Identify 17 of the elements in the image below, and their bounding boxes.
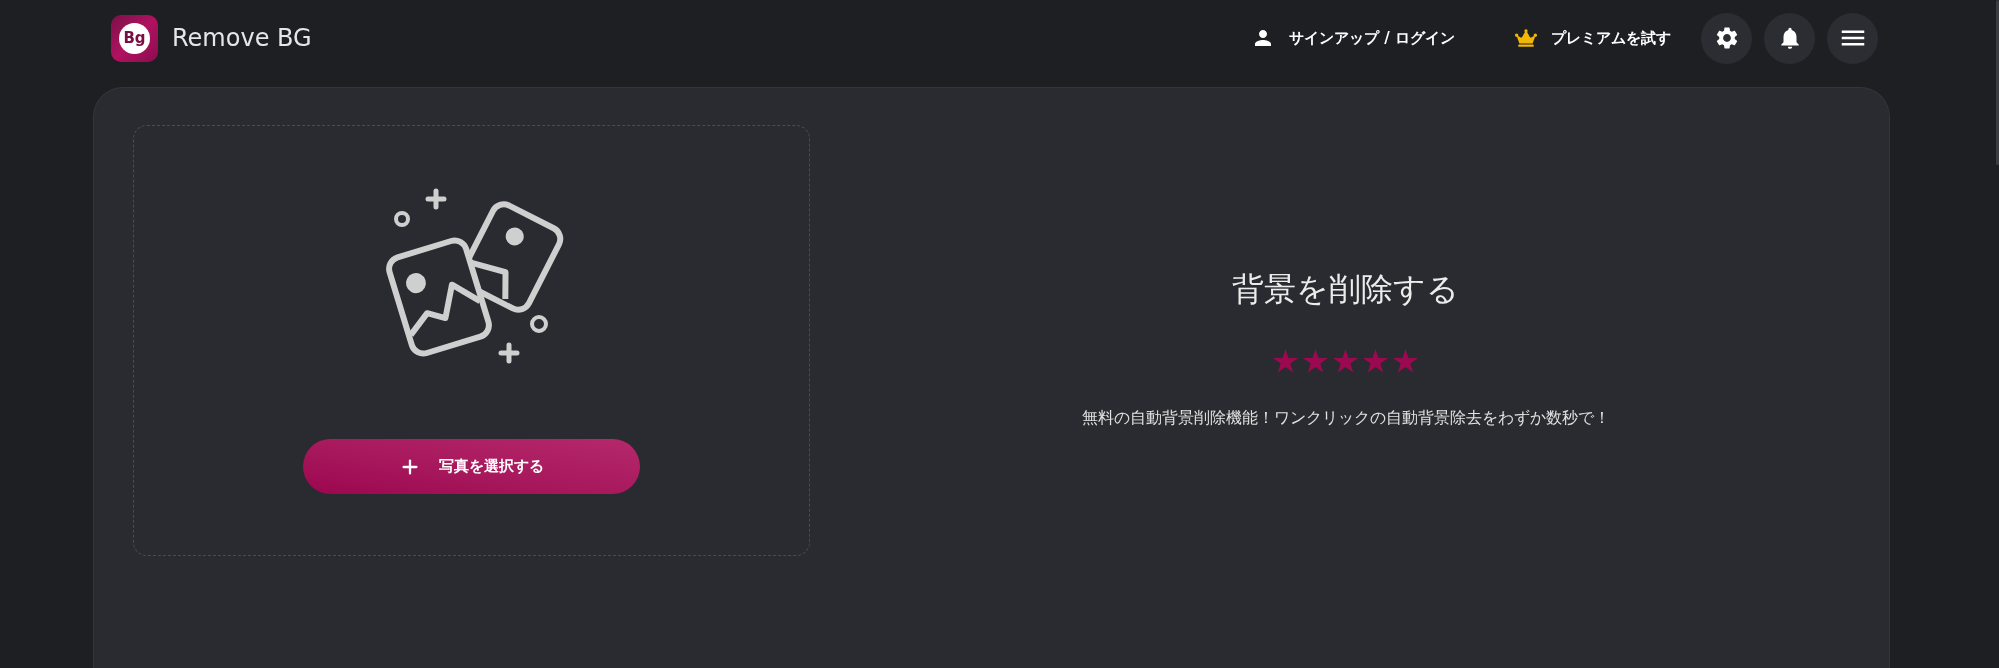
star-icon (1393, 349, 1418, 373)
hero-title: 背景を削除する (1232, 271, 1459, 307)
star-icon (1303, 349, 1328, 373)
menu-button[interactable] (1827, 12, 1878, 64)
crown-icon (1515, 29, 1537, 47)
drop-zone[interactable]: 写真を選択する (133, 125, 810, 556)
star-icon (1333, 349, 1358, 373)
account-link[interactable]: サインアップ / ログイン (1251, 26, 1455, 50)
select-photo-button[interactable]: 写真を選択する (303, 439, 640, 494)
brand-name: Remove BG (172, 23, 312, 54)
hero-description: 無料の自動背景削除機能！ワンクリックの自動背景除去をわずか数秒で！ (1081, 407, 1610, 429)
settings-button[interactable] (1701, 12, 1752, 64)
logo-monogram: Bg (119, 22, 150, 54)
star-icon (1273, 349, 1298, 373)
notifications-button[interactable] (1764, 12, 1815, 64)
star-icon (1363, 349, 1388, 373)
premium-link[interactable]: プレミアムを試す (1515, 26, 1671, 50)
